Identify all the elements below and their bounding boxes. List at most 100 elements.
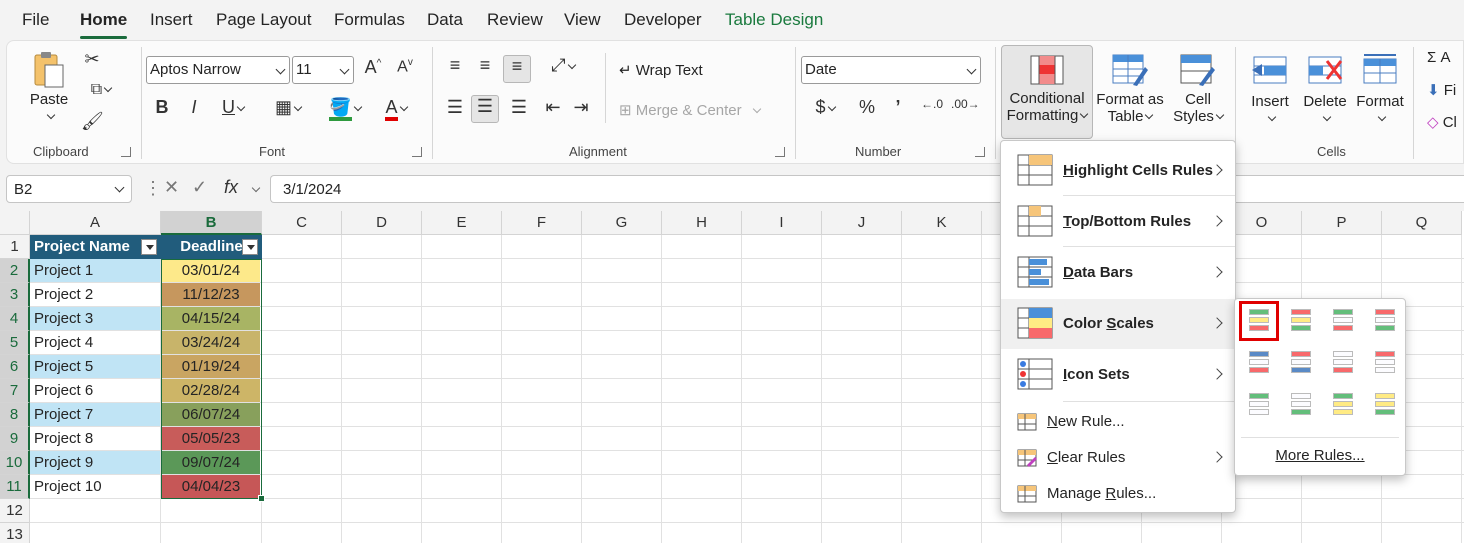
cell-styles-button[interactable]: Cell Styles: [1167, 49, 1229, 139]
tab-page-layout[interactable]: Page Layout: [216, 10, 311, 30]
align-left-icon[interactable]: ☰: [443, 97, 467, 123]
tab-insert[interactable]: Insert: [150, 10, 193, 30]
column-header-g[interactable]: G: [582, 211, 662, 235]
cell-project-name[interactable]: Project 5: [30, 355, 160, 378]
font-name-select[interactable]: Aptos Narrow: [146, 56, 290, 84]
increase-indent-icon[interactable]: ⇥: [569, 97, 593, 123]
cancel-icon[interactable]: ✕: [164, 177, 179, 198]
color-scale-option-11[interactable]: [1329, 391, 1357, 419]
column-header-i[interactable]: I: [742, 211, 822, 235]
delete-cells-button[interactable]: Delete: [1299, 49, 1351, 139]
row-header-1[interactable]: 1: [0, 235, 30, 259]
column-header-c[interactable]: C: [262, 211, 342, 235]
more-options-icon[interactable]: ⋮: [144, 178, 162, 199]
color-scale-option-5[interactable]: [1245, 349, 1273, 377]
tab-table-design[interactable]: Table Design: [725, 10, 823, 30]
menu-item-color-scales[interactable]: Color Scales: [1001, 299, 1235, 349]
decrease-indent-icon[interactable]: ⇤: [541, 97, 565, 123]
menu-item-data-bars[interactable]: Data Bars: [1001, 248, 1235, 298]
menu-item-highlight-cells-rules[interactable]: Highlight Cells Rules: [1001, 146, 1235, 196]
font-size-select[interactable]: 11: [292, 56, 354, 84]
align-top-icon[interactable]: ≡: [443, 55, 467, 81]
row-header-6[interactable]: 6: [0, 355, 30, 379]
filter-dropdown-icon[interactable]: [141, 239, 157, 255]
cell-deadline[interactable]: 06/07/24: [162, 403, 260, 426]
paste-button[interactable]: Paste: [27, 49, 71, 129]
column-header-q[interactable]: Q: [1382, 211, 1462, 235]
format-as-table-button[interactable]: Format as Table: [1095, 49, 1165, 139]
color-scale-option-8[interactable]: [1371, 349, 1399, 377]
cell-project-name[interactable]: Project 8: [30, 427, 160, 450]
align-middle-icon[interactable]: ≡: [473, 55, 497, 81]
currency-button[interactable]: $: [805, 97, 845, 123]
cell-project-name[interactable]: Project 9: [30, 451, 160, 474]
color-scale-option-4[interactable]: [1371, 307, 1399, 335]
cell-project-name[interactable]: Project 7: [30, 403, 160, 426]
tab-data[interactable]: Data: [427, 10, 463, 30]
cell-project-name[interactable]: Project 6: [30, 379, 160, 402]
row-header-10[interactable]: 10: [0, 451, 30, 475]
insert-cells-button[interactable]: Insert: [1245, 49, 1295, 139]
row-header-8[interactable]: 8: [0, 403, 30, 427]
clipboard-launcher-icon[interactable]: [121, 147, 131, 157]
format-painter-icon[interactable]: 🖌: [81, 111, 104, 135]
menu-item-new-rule[interactable]: New Rule...: [1001, 405, 1235, 439]
cell-deadline[interactable]: 01/19/24: [162, 355, 260, 378]
column-header-e[interactable]: E: [422, 211, 502, 235]
orientation-icon[interactable]: ⤢: [543, 55, 583, 81]
insert-function-icon[interactable]: fx: [224, 177, 238, 198]
increase-decimal-icon[interactable]: ←.0: [919, 97, 945, 123]
tab-file[interactable]: File: [22, 10, 49, 30]
column-header-f[interactable]: F: [502, 211, 582, 235]
tab-formulas[interactable]: Formulas: [334, 10, 405, 30]
row-header-13[interactable]: 13: [0, 523, 30, 543]
enter-icon[interactable]: ✓: [192, 177, 207, 198]
color-scale-option-9[interactable]: [1245, 391, 1273, 419]
fill-color-button[interactable]: 🪣: [321, 97, 369, 123]
row-header-7[interactable]: 7: [0, 379, 30, 403]
row-header-11[interactable]: 11: [0, 475, 30, 499]
decrease-decimal-icon[interactable]: .00→: [951, 97, 980, 123]
tab-developer[interactable]: Developer: [624, 10, 702, 30]
row-header-9[interactable]: 9: [0, 427, 30, 451]
row-header-4[interactable]: 4: [0, 307, 30, 331]
column-header-k[interactable]: K: [902, 211, 982, 235]
menu-item-clear-rules[interactable]: Clear Rules: [1001, 441, 1235, 475]
color-scale-option-10[interactable]: [1287, 391, 1315, 419]
percent-button[interactable]: %: [855, 97, 879, 123]
cell-project-name[interactable]: Project 1: [30, 259, 160, 282]
cell-project-name[interactable]: Project 3: [30, 307, 160, 330]
cut-icon[interactable]: ✂: [81, 49, 103, 73]
shrink-font-button[interactable]: Av: [393, 57, 417, 83]
color-scale-option-2[interactable]: [1287, 307, 1315, 335]
bold-button[interactable]: B: [151, 97, 173, 123]
column-header-j[interactable]: J: [822, 211, 902, 235]
font-launcher-icon[interactable]: [412, 147, 422, 157]
wrap-text-button[interactable]: ↵ Wrap Text: [619, 61, 731, 79]
color-scale-option-12[interactable]: [1371, 391, 1399, 419]
cell-deadline[interactable]: 04/15/24: [162, 307, 260, 330]
cell-deadline[interactable]: 03/01/24: [162, 259, 260, 282]
number-launcher-icon[interactable]: [975, 147, 985, 157]
fill-button[interactable]: ⬇ Fi: [1427, 81, 1464, 99]
row-header-2[interactable]: 2: [0, 259, 30, 283]
color-scale-option-7[interactable]: [1329, 349, 1357, 377]
cell-project-name[interactable]: Project 10: [30, 475, 160, 498]
merge-center-button[interactable]: ⊞ Merge & Center: [619, 101, 779, 119]
grow-font-button[interactable]: A^: [361, 57, 385, 83]
row-header-12[interactable]: 12: [0, 499, 30, 523]
clear-button[interactable]: ◇ Cl: [1427, 113, 1464, 131]
menu-item-icon-sets[interactable]: Icon Sets: [1001, 350, 1235, 400]
fill-handle[interactable]: [258, 495, 265, 502]
column-header-d[interactable]: D: [342, 211, 422, 235]
comma-button[interactable]: ’: [887, 97, 909, 123]
more-rules-item[interactable]: More Rules...: [1235, 447, 1405, 464]
color-scale-option-3[interactable]: [1329, 307, 1357, 335]
borders-button[interactable]: ▦: [267, 97, 309, 123]
autosum-button[interactable]: Σ A: [1427, 49, 1464, 66]
row-header-5[interactable]: 5: [0, 331, 30, 355]
underline-button[interactable]: U: [213, 97, 253, 123]
number-format-select[interactable]: Date: [801, 56, 981, 84]
column-header-b[interactable]: B: [161, 211, 262, 235]
select-all-corner[interactable]: [0, 211, 30, 235]
